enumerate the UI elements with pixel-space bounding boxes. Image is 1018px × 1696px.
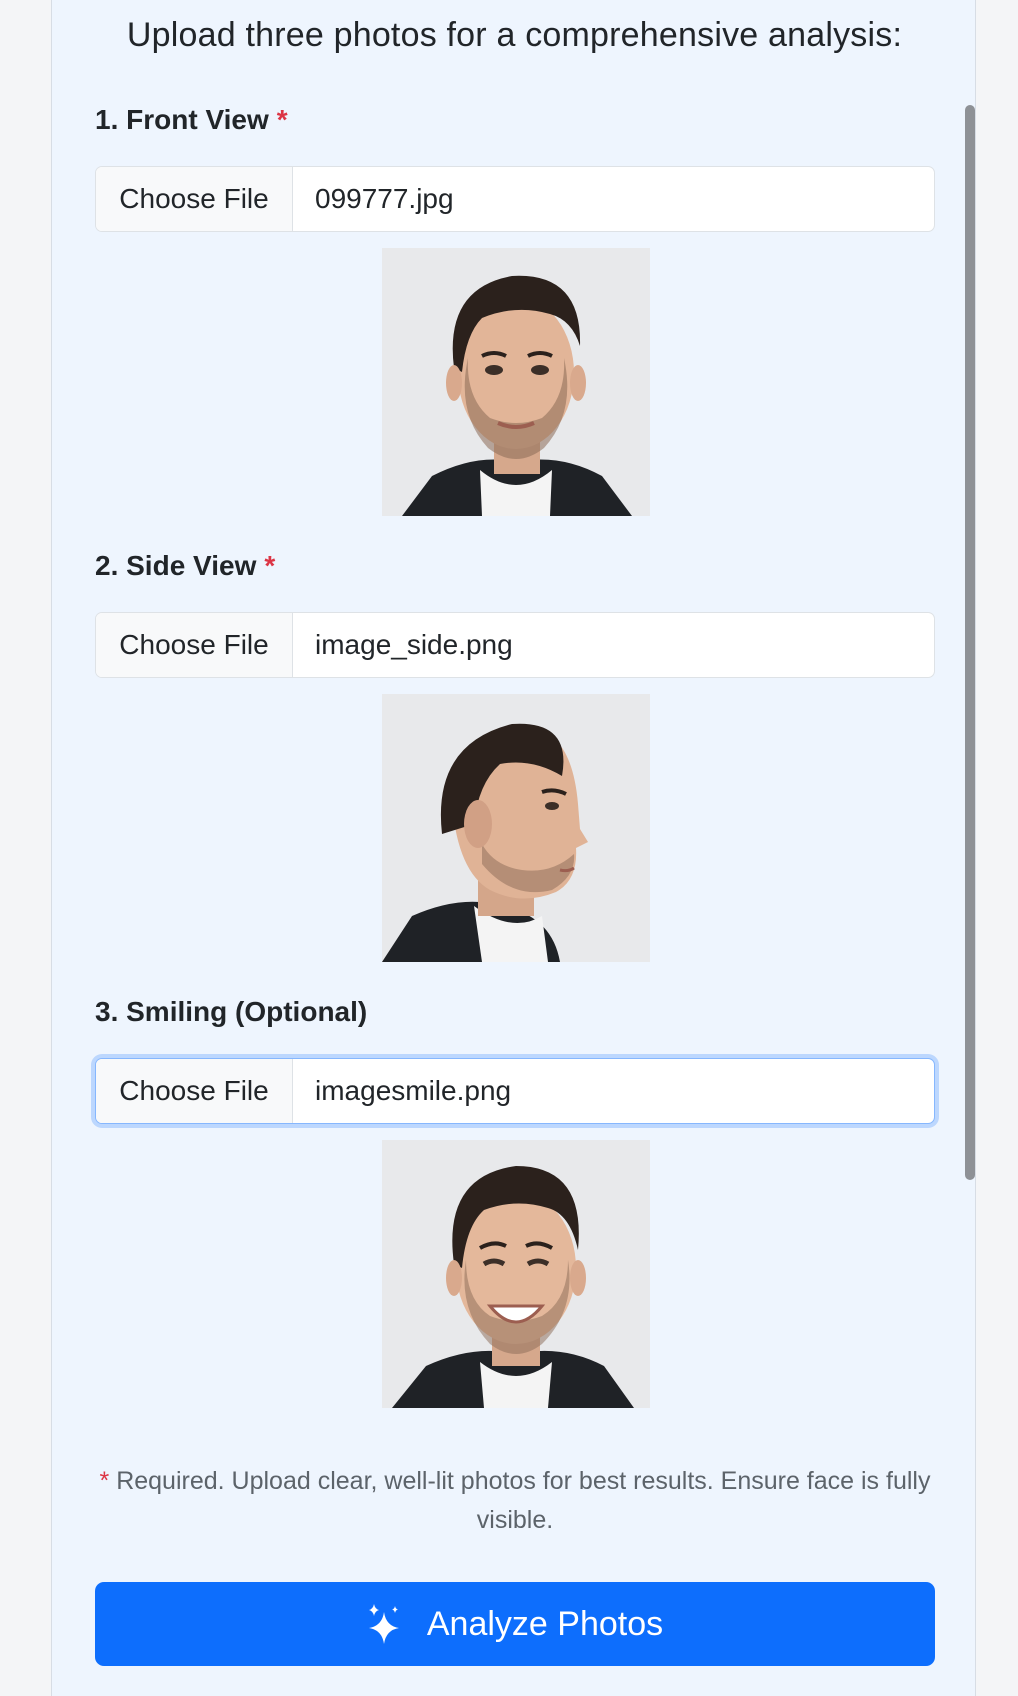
front-view-photo [382, 248, 650, 516]
requirements-note: * Required. Upload clear, well-lit photo… [95, 1462, 935, 1540]
front-view-label: 1. Front View * [95, 104, 288, 136]
page: Upload three photos for a comprehensive … [0, 0, 1018, 1696]
analyze-photos-button[interactable]: Analyze Photos [95, 1582, 935, 1666]
choose-file-button[interactable]: Choose File [96, 167, 293, 231]
required-marker: * [276, 104, 288, 135]
front-view-portrait [382, 248, 650, 516]
selected-file-name: 099777.jpg [315, 183, 454, 214]
choose-file-button[interactable]: Choose File [96, 613, 293, 677]
scrollbar[interactable] [965, 105, 975, 1180]
smiling-portrait [382, 1140, 650, 1408]
side-view-label: 2. Side View * [95, 550, 275, 582]
smiling-label: 3. Smiling (Optional) [95, 996, 367, 1028]
required-marker: * [264, 550, 276, 581]
side-view-portrait [382, 694, 650, 962]
front-view-file-input[interactable]: Choose File 099777.jpg [95, 166, 935, 232]
side-view-file-input[interactable]: Choose File image_side.png [95, 612, 935, 678]
upload-card: Upload three photos for a comprehensive … [51, 0, 976, 1696]
sparkles-icon [368, 1604, 399, 1644]
side-view-photo [382, 694, 650, 962]
required-marker: * [99, 1467, 110, 1495]
front-view-label-text: 1. Front View [95, 104, 269, 135]
intro-text: Upload three photos for a comprehensive … [126, 16, 903, 54]
side-view-label-text: 2. Side View [95, 550, 257, 581]
selected-file-name: image_side.png [315, 629, 513, 660]
choose-file-button[interactable]: Choose File [96, 1059, 293, 1123]
selected-file-name: imagesmile.png [315, 1075, 512, 1106]
smiling-photo [382, 1140, 650, 1408]
note-text: Required. Upload clear, well-lit photos … [109, 1467, 931, 1534]
smiling-label-text: 3. Smiling (Optional) [95, 996, 368, 1027]
smiling-file-input[interactable]: Choose File imagesmile.png [95, 1058, 935, 1124]
analyze-button-label: Analyze Photos [426, 1604, 664, 1643]
